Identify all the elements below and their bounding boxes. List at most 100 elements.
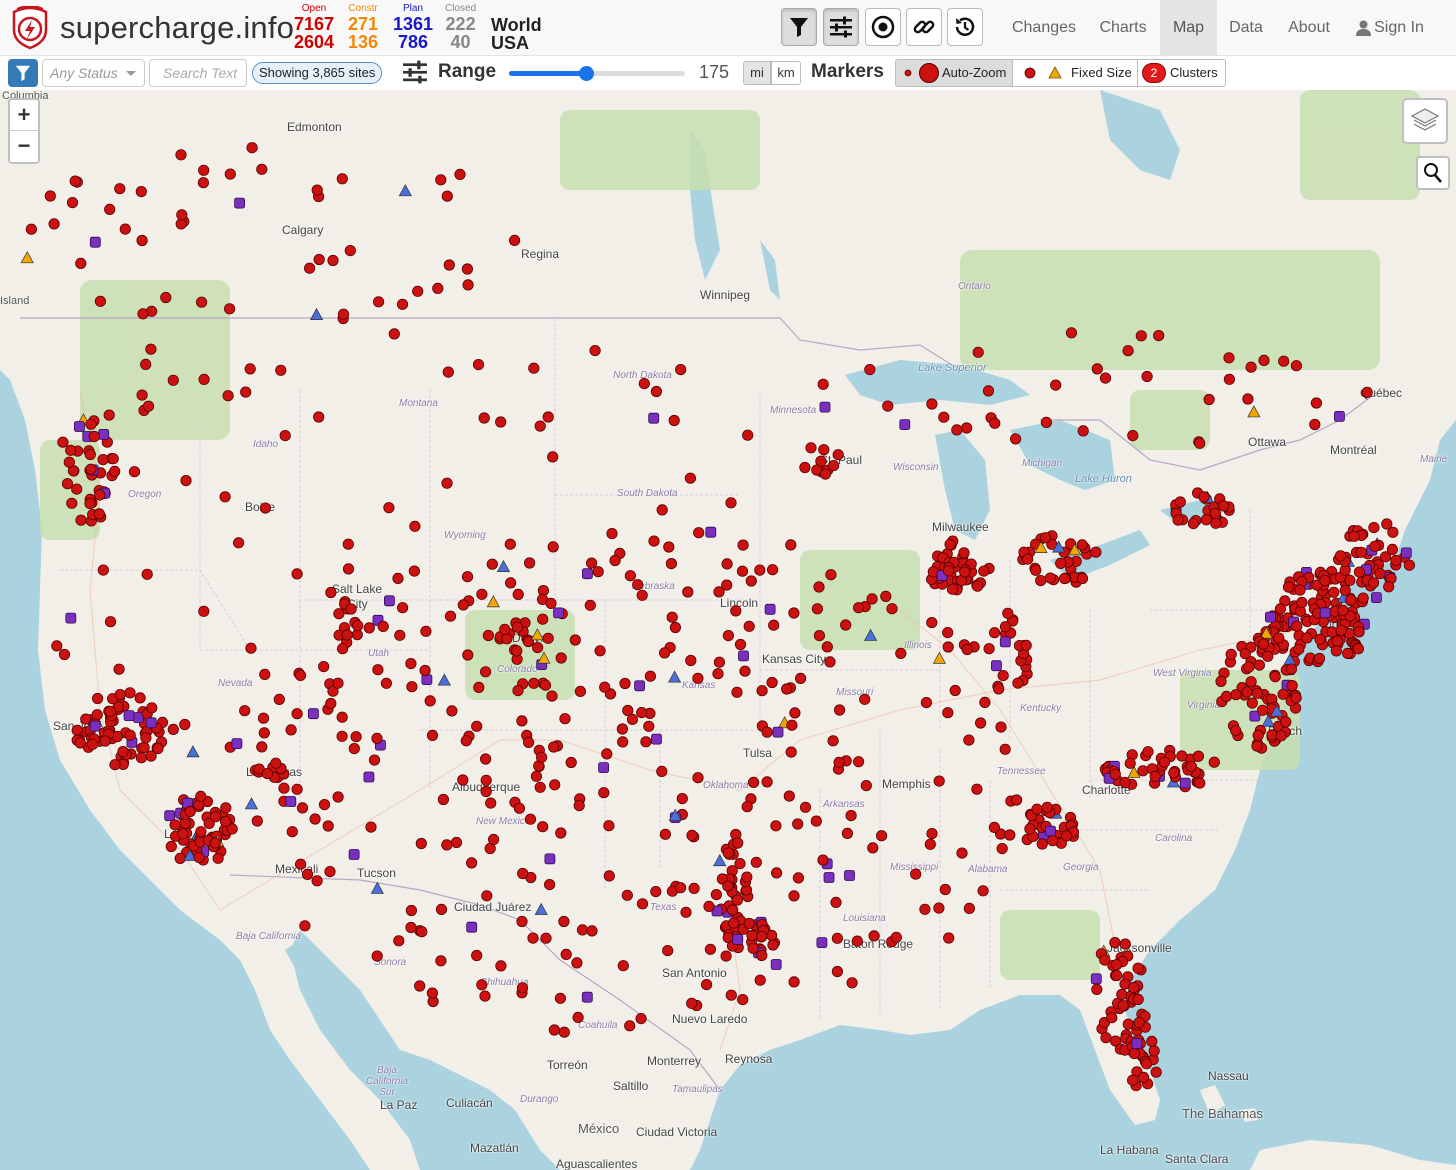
planned-marker <box>1319 607 1331 619</box>
count-closed[interactable]: Closed 222 40 <box>445 3 476 51</box>
open-marker <box>648 535 660 547</box>
open-marker <box>179 718 191 731</box>
range-slider-thumb[interactable] <box>579 66 595 81</box>
open-marker <box>511 645 523 657</box>
planned-marker <box>738 650 749 662</box>
open-marker <box>949 684 961 697</box>
filter-button[interactable] <box>8 59 38 87</box>
triangle-marker <box>496 559 511 572</box>
nav-changes[interactable]: Changes <box>1003 0 1085 56</box>
count-plan[interactable]: Plan 1361 786 <box>393 3 433 51</box>
count-constr[interactable]: Constr 271 136 <box>348 3 378 51</box>
open-marker <box>617 960 629 972</box>
fixed-size-button[interactable]: Fixed Size <box>1012 59 1138 87</box>
open-marker <box>712 668 724 680</box>
planned-marker <box>819 401 831 413</box>
unit-km-button[interactable]: km <box>771 61 801 85</box>
open-marker <box>977 885 989 897</box>
open-marker <box>504 577 517 589</box>
open-marker <box>1030 564 1042 576</box>
open-marker <box>756 949 768 962</box>
open-marker <box>626 713 639 726</box>
planned-marker <box>823 872 835 883</box>
nav-signin[interactable]: Sign In <box>1350 0 1430 56</box>
open-marker <box>1383 581 1395 593</box>
map-view[interactable]: Columbia Island Edmonton Calgary Regina … <box>0 90 1456 1170</box>
open-marker <box>251 815 263 827</box>
permalink-button[interactable] <box>906 8 942 46</box>
open-marker <box>825 569 837 581</box>
user-icon <box>1356 20 1372 36</box>
zoom-out-button[interactable]: − <box>10 131 38 162</box>
open-marker <box>972 346 984 358</box>
open-marker <box>599 681 611 693</box>
open-marker <box>732 837 744 849</box>
status-select[interactable]: Any Status <box>42 59 145 87</box>
open-marker <box>951 424 963 436</box>
nav-map[interactable]: Map <box>1160 0 1217 56</box>
open-marker <box>261 767 273 780</box>
layers-button[interactable] <box>1402 98 1448 144</box>
open-marker <box>1245 361 1257 373</box>
open-marker <box>1168 767 1180 779</box>
open-marker <box>84 448 96 461</box>
triangle-marker <box>534 902 548 915</box>
open-marker <box>1146 1035 1158 1048</box>
brand[interactable]: supercharge.info <box>8 6 294 50</box>
signin-label: Sign In <box>1374 19 1424 36</box>
open-marker <box>1218 500 1230 512</box>
zoom-in-button[interactable]: + <box>10 100 38 131</box>
range-circle-button[interactable] <box>865 8 901 46</box>
open-marker <box>1262 650 1274 662</box>
history-button[interactable] <box>947 8 983 46</box>
open-marker <box>1192 750 1205 762</box>
open-marker <box>946 583 959 595</box>
open-marker <box>942 626 954 639</box>
open-marker <box>852 756 865 768</box>
settings-toggle-button[interactable] <box>823 8 859 46</box>
planned-marker <box>89 720 101 732</box>
auto-zoom-button[interactable]: Auto-Zoom <box>895 59 1013 87</box>
open-marker <box>663 541 675 553</box>
open-marker <box>542 632 554 644</box>
count-open[interactable]: Open 7167 2604 <box>294 3 334 51</box>
triangle-marker <box>398 184 412 197</box>
open-marker <box>1132 993 1144 1006</box>
markers-label: Markers <box>811 61 884 82</box>
open-marker <box>296 802 309 814</box>
open-marker <box>87 738 99 750</box>
open-marker <box>508 234 521 246</box>
open-marker <box>1100 1032 1112 1044</box>
open-marker <box>868 930 880 942</box>
open-marker <box>332 677 344 689</box>
open-marker <box>479 753 492 765</box>
unit-mi-button[interactable]: mi <box>743 61 771 85</box>
open-marker <box>890 931 902 943</box>
open-marker <box>979 696 991 709</box>
open-marker <box>80 713 92 725</box>
open-marker <box>997 669 1009 682</box>
open-marker <box>1314 633 1326 645</box>
planned-marker <box>732 934 744 945</box>
open-marker <box>676 792 688 805</box>
search-input[interactable] <box>149 59 247 87</box>
open-marker <box>549 779 561 791</box>
nav-data[interactable]: Data <box>1217 0 1275 56</box>
open-marker <box>731 686 743 698</box>
open-marker <box>668 414 680 427</box>
map-search-button[interactable] <box>1416 156 1450 190</box>
open-marker <box>437 793 449 806</box>
open-marker <box>393 935 405 947</box>
clusters-button[interactable]: 2 Clusters <box>1137 59 1226 87</box>
planned-marker <box>582 568 593 580</box>
open-marker <box>65 444 77 456</box>
range-slider[interactable] <box>509 66 685 81</box>
nav-charts[interactable]: Charts <box>1086 0 1160 56</box>
filter-toggle-button[interactable] <box>781 8 817 46</box>
nav-about[interactable]: About <box>1275 0 1343 56</box>
open-marker <box>523 557 536 569</box>
open-marker <box>1293 643 1305 655</box>
open-marker <box>224 303 236 315</box>
open-marker <box>685 654 697 667</box>
open-marker <box>1122 345 1134 357</box>
